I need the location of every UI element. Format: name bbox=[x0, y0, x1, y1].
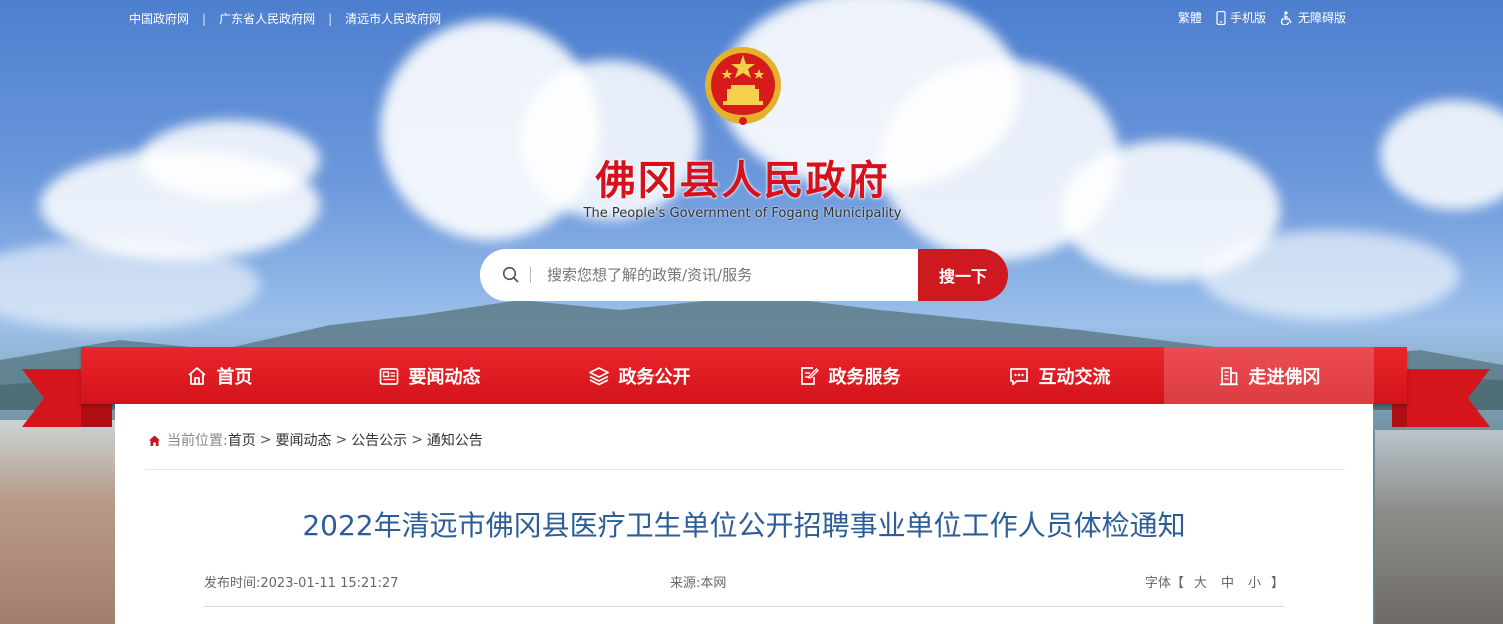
nav-item-gov-affairs[interactable]: 政务公开 bbox=[534, 347, 744, 404]
nav-item-interaction[interactable]: 互动交流 bbox=[954, 347, 1164, 404]
article-source: 来源:本网 bbox=[670, 576, 727, 591]
search-icon bbox=[502, 266, 519, 283]
search-box bbox=[480, 249, 918, 301]
national-emblem-icon bbox=[705, 47, 781, 125]
search-bar: 搜一下 bbox=[480, 249, 1008, 301]
article-title: 2022年清远市佛冈县医疗卫生单位公开招聘事业单位工作人员体检通知 bbox=[302, 509, 1186, 542]
traditional-chinese-link[interactable]: 繁體 bbox=[1178, 9, 1202, 26]
mobile-icon bbox=[1216, 10, 1226, 25]
link-qingyuan-gov[interactable]: 清远市人民政府网 bbox=[345, 10, 441, 27]
building-icon bbox=[1219, 366, 1238, 385]
search-button[interactable]: 搜一下 bbox=[918, 249, 1008, 301]
nav-item-gov-services[interactable]: 政务服务 bbox=[744, 347, 954, 404]
breadcrumb-notices[interactable]: 通知公告 bbox=[427, 430, 483, 450]
news-icon bbox=[379, 367, 398, 385]
mobile-version-link[interactable]: 手机版 bbox=[1216, 9, 1266, 26]
link-china-gov[interactable]: 中国政府网 bbox=[129, 10, 189, 27]
content-panel: 当前位置: 首页 > 要闻动态 > 公告公示 > 通知公告 2022年清远市佛冈… bbox=[115, 404, 1373, 624]
breadcrumb: 当前位置: 首页 > 要闻动态 > 公告公示 > 通知公告 bbox=[148, 430, 483, 450]
publish-date: 发布时间:2023-01-11 15:21:27 bbox=[204, 576, 399, 591]
chat-icon bbox=[1009, 367, 1028, 385]
accessibility-icon bbox=[1280, 10, 1292, 25]
breadcrumb-home[interactable]: 首页 bbox=[228, 430, 256, 450]
breadcrumb-label: 当前位置: bbox=[167, 433, 228, 449]
breadcrumb-announcements[interactable]: 公告公示 bbox=[351, 430, 407, 450]
font-size-large[interactable]: 大 bbox=[1194, 572, 1207, 591]
top-links: 中国政府网 | 广东省人民政府网 | 清远市人民政府网 bbox=[129, 10, 442, 27]
edit-doc-icon bbox=[800, 366, 819, 385]
top-right-tools: 繁體 手机版 无障碍版 bbox=[1178, 9, 1346, 26]
main-nav: 首页 要闻动态 政务公开 政务服务 互动交流 走进佛冈 bbox=[81, 347, 1407, 404]
breadcrumb-news[interactable]: 要闻动态 bbox=[275, 430, 331, 450]
nav-item-news[interactable]: 要闻动态 bbox=[324, 347, 534, 404]
search-input[interactable] bbox=[545, 265, 889, 285]
font-size-small[interactable]: 小 bbox=[1248, 572, 1261, 591]
meta-divider bbox=[204, 606, 1284, 607]
breadcrumb-divider bbox=[145, 469, 1345, 470]
link-guangdong-gov[interactable]: 广东省人民政府网 bbox=[219, 10, 315, 27]
home-small-icon bbox=[149, 435, 160, 446]
layers-icon bbox=[588, 366, 609, 385]
nav-item-about-fogang[interactable]: 走进佛冈 bbox=[1164, 347, 1374, 404]
accessible-version-link[interactable]: 无障碍版 bbox=[1280, 9, 1346, 26]
font-size-selector: 字体【 大 中 小 】 bbox=[1145, 572, 1284, 591]
font-size-medium[interactable]: 中 bbox=[1221, 572, 1234, 591]
site-title: 佛冈县人民政府 bbox=[595, 157, 890, 204]
site-subtitle: The People's Government of Fogang Munici… bbox=[583, 206, 902, 221]
home-icon bbox=[187, 366, 206, 385]
nav-item-home[interactable]: 首页 bbox=[114, 347, 324, 404]
